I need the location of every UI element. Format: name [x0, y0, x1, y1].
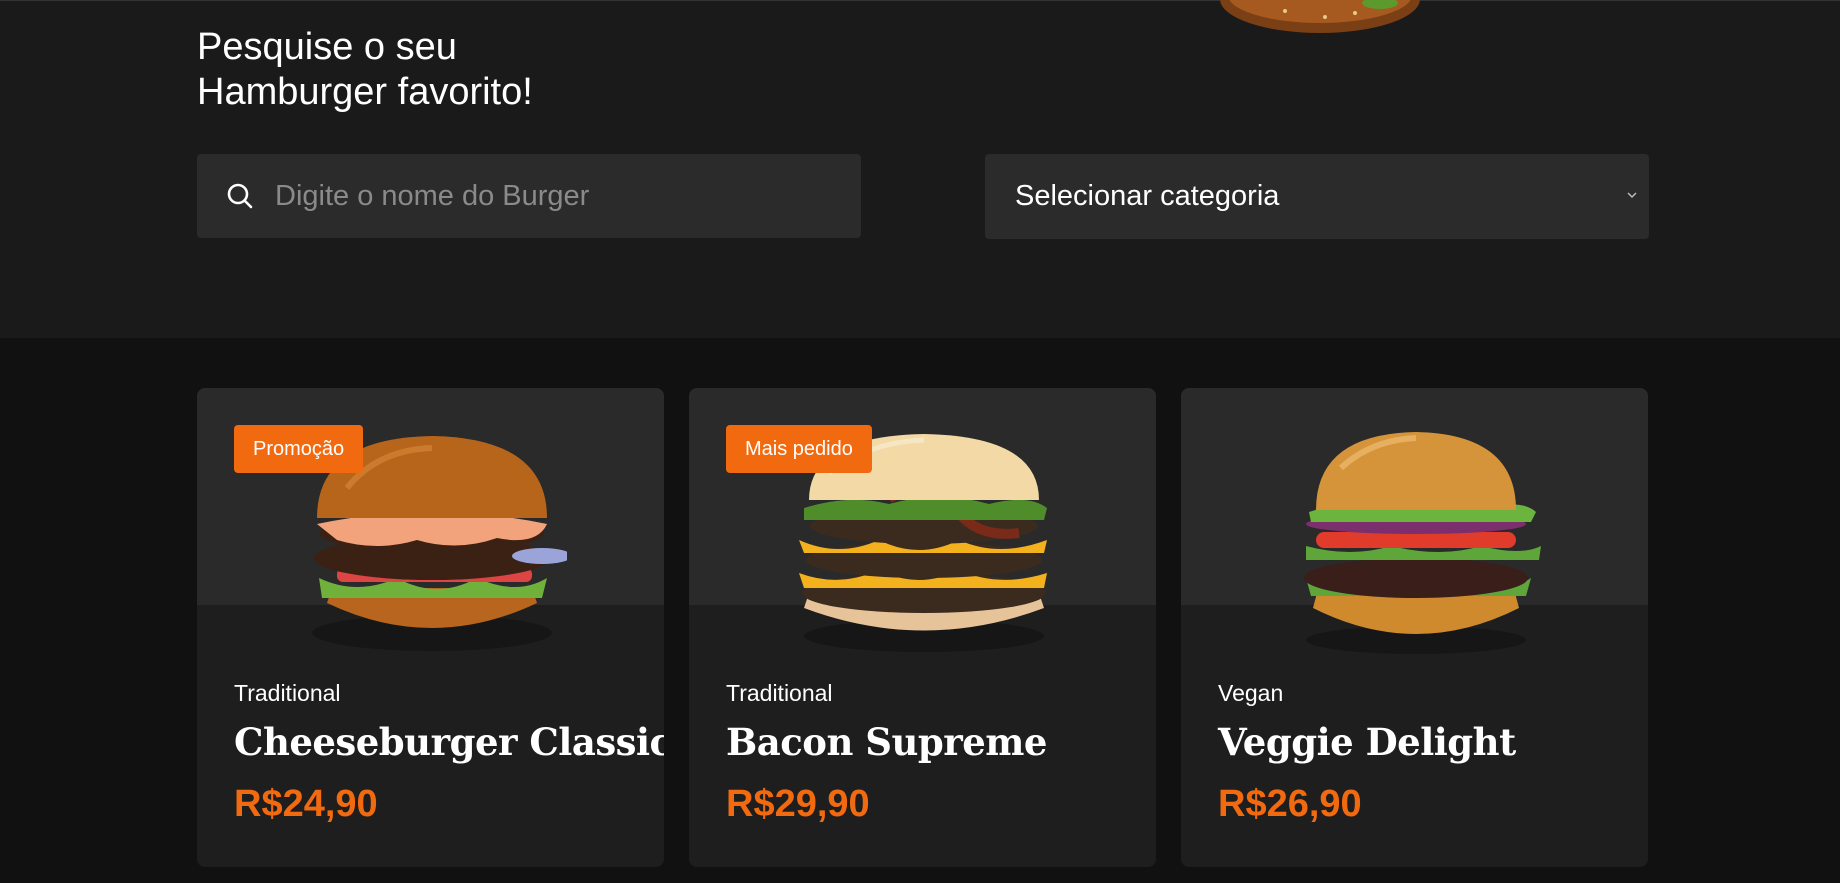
chevron-down-icon: [1625, 188, 1639, 202]
product-card[interactable]: Mais pedido Traditional Bacon Supreme R$…: [689, 388, 1156, 867]
product-price: R$29,90: [726, 783, 870, 825]
headline-line-2: Hamburger favorito!: [197, 71, 533, 113]
category-select-value: Selecionar categoria: [1015, 180, 1280, 212]
burger-image: [1281, 428, 1551, 658]
product-card[interactable]: Vegan Veggie Delight R$26,90: [1181, 388, 1648, 867]
promo-badge: Promoção: [234, 425, 364, 473]
product-name: Bacon Supreme: [726, 720, 1047, 764]
search-box[interactable]: [197, 154, 861, 238]
search-icon: [225, 181, 255, 211]
product-category: Traditional: [234, 680, 341, 706]
search-input[interactable]: [275, 154, 861, 238]
product-category: Traditional: [726, 680, 833, 706]
product-name: Cheeseburger Classic: [234, 720, 664, 764]
product-name: Veggie Delight: [1218, 720, 1516, 764]
search-section: Pesquise o seu Hamburger favorito! Selec…: [0, 0, 1840, 338]
product-price: R$26,90: [1218, 783, 1362, 825]
product-price: R$24,90: [234, 783, 378, 825]
most-ordered-badge: Mais pedido: [726, 425, 872, 473]
product-category: Vegan: [1218, 680, 1284, 706]
headline-line-1: Pesquise o seu: [197, 26, 457, 68]
product-card[interactable]: Promoção Traditional Cheeseburger Classi…: [197, 388, 664, 867]
category-select[interactable]: Selecionar categoria: [985, 154, 1649, 239]
page-title: Pesquise o seu Hamburger favorito!: [197, 25, 533, 115]
hero-burger-image: [1205, 0, 1435, 37]
